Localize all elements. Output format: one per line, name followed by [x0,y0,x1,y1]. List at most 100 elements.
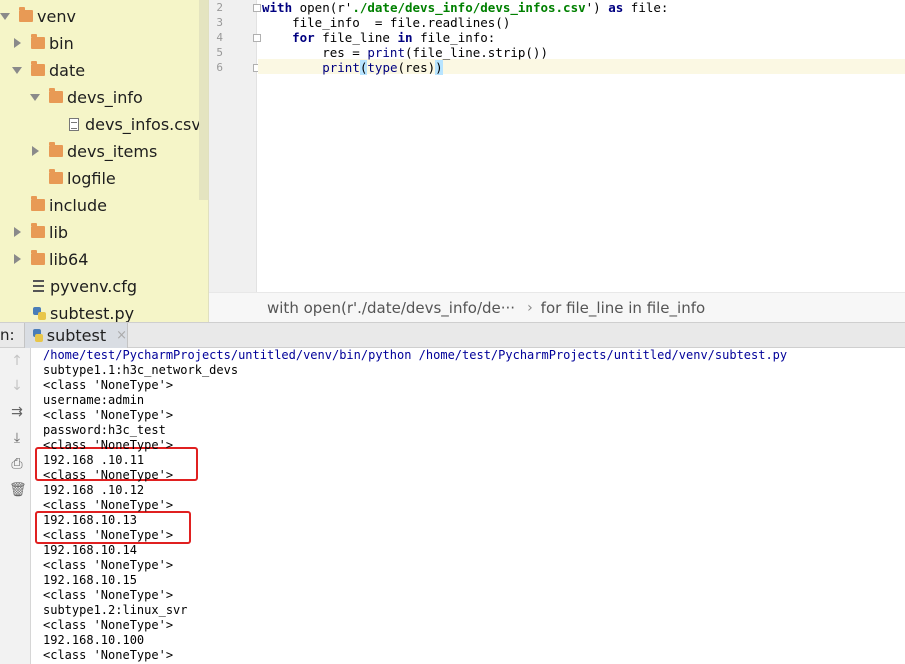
folder-icon [49,88,63,103]
line-number: 2 [216,1,223,14]
line-number: 3 [216,16,223,29]
fold-marker-icon[interactable] [253,34,261,42]
breadcrumb-item-with[interactable]: with open(r'./date/devs_info/de··· [267,299,515,317]
line-number: 6 [216,61,223,74]
tree-item-label: devs_info [67,87,143,107]
tree-item-label: subtest.py [50,303,135,323]
tree-item-label: bin [49,33,74,53]
code-token: ) [435,60,443,75]
line-number: 4 [216,31,223,44]
code-token: file_info: [412,30,496,45]
tree-item-lib64[interactable]: lib64 [12,246,88,272]
scroll-to-end-icon[interactable]: ⤓ [9,429,25,447]
folder-link-icon [31,250,45,265]
tree-item-label: devs_infos.csv [85,114,201,134]
run-panel-header: n: subtest × [0,322,905,348]
code-token: res = [262,45,368,60]
line-number: 5 [216,46,223,59]
breadcrumb-separator-icon: › [527,299,533,316]
code-line[interactable]: for file_line in file_info: [262,30,495,45]
code-token: open(r' [292,0,353,15]
folder-icon [31,34,45,49]
code-line[interactable]: res = print(file_line.strip()) [262,45,548,60]
tree-item-devs-infos-csv[interactable]: devs_infos.csv [69,111,201,137]
tree-item-logfile[interactable]: logfile [49,165,116,191]
console-output[interactable]: /home/test/PycharmProjects/untitled/venv… [32,348,905,664]
tree-scrollbar[interactable] [199,0,208,200]
console-line: 192.168 .10.12 [43,483,145,497]
code-editor[interactable]: 2 3 4 5 6 with open(r'./date/devs_info/devs_… [209,0,905,322]
expand-arrow-icon[interactable] [30,93,40,101]
collapse-arrow-icon[interactable] [14,227,21,237]
run-toolbar: ↑ ↓ ⇉ ⤓ ⎙ 🗑 [0,348,31,664]
tab-subtest[interactable]: subtest × [24,323,128,348]
expand-arrow-icon[interactable] [0,12,10,20]
tree-item-label: pyvenv.cfg [50,276,137,296]
tree-item-label: lib64 [49,249,89,269]
tree-item-label: devs_items [67,141,158,161]
project-tree: venv bin date devs_info devs_infos.csv d… [0,0,209,322]
console-line: 192.168.10.100 [43,633,145,647]
collapse-arrow-icon[interactable] [32,146,39,156]
scroll-up-icon[interactable]: ↑ [9,352,25,370]
print-icon[interactable]: ⎙ [9,455,25,473]
folder-icon [31,61,45,76]
collapse-arrow-icon[interactable] [14,254,21,264]
code-token: print [367,45,405,60]
tree-item-include[interactable]: include [31,192,107,218]
tree-item-venv[interactable]: venv [0,3,76,29]
console-line: <class 'NoneType'> [43,528,174,542]
console-line: <class 'NoneType'> [43,438,174,452]
console-line: 192.168.10.14 [43,543,137,557]
console-line: 192.168.10.15 [43,573,137,587]
tree-item-label: lib [49,222,69,242]
soft-wrap-icon[interactable]: ⇉ [9,403,25,421]
breadcrumb-item-for[interactable]: for file_line in file_info [541,299,706,317]
tree-item-date[interactable]: date [12,57,85,83]
code-token: file_line [314,30,398,45]
console-line: <class 'NoneType'> [43,588,174,602]
code-token: ./date/devs_info/devs_infos.csv [352,0,586,15]
console-line: username:admin [43,393,145,407]
console-command-line[interactable]: /home/test/PycharmProjects/untitled/venv… [43,348,787,363]
tree-item-subtest-py[interactable]: subtest.py [33,300,134,322]
console-line: subtype1.2:linux_svr [43,603,188,617]
console-line: subtype1.1:h3c_network_devs [43,363,239,377]
folder-icon [49,142,63,157]
fold-marker-icon[interactable] [253,4,261,12]
console-line: <class 'NoneType'> [43,648,174,662]
close-icon[interactable]: × [116,328,127,343]
folder-icon [19,7,33,22]
tree-item-devs-items[interactable]: devs_items [30,138,157,164]
collapse-arrow-icon[interactable] [14,38,21,48]
trash-icon[interactable]: 🗑 [9,481,27,499]
tab-label: subtest [46,326,107,345]
code-token: in [397,30,413,45]
editor-gutter: 2 3 4 5 6 [209,0,261,292]
code-line[interactable]: with open(r'./date/devs_info/devs_infos.… [262,0,668,15]
console-line: <class 'NoneType'> [43,618,174,632]
console-line: <class 'NoneType'> [43,378,174,392]
console-line: 192.168 .10.11 [43,453,145,467]
code-line[interactable]: file_info = file.readlines() [262,15,510,30]
console-line: <class 'NoneType'> [43,558,174,572]
python-file-icon [33,329,43,342]
tree-item-pyvenv-cfg[interactable]: pyvenv.cfg [33,273,137,299]
tree-item-label: venv [37,6,76,26]
tree-item-lib[interactable]: lib [12,219,68,245]
console-line: password:h3c_test [43,423,166,437]
console-line: <class 'NoneType'> [43,408,174,422]
tree-item-devs-info[interactable]: devs_info [30,84,143,110]
breadcrumb: with open(r'./date/devs_info/de··· › for… [209,292,905,322]
expand-arrow-icon[interactable] [12,66,22,74]
code-token: ') [585,0,609,15]
code-token: file: [623,0,669,15]
code-token: for [292,30,315,45]
tree-item-bin[interactable]: bin [12,30,74,56]
console-line: <class 'NoneType'> [43,468,174,482]
code-line[interactable]: print(type(res)) [262,60,443,75]
folder-icon [31,223,45,238]
scroll-down-icon[interactable]: ↓ [9,377,25,395]
text-file-icon [69,117,79,131]
